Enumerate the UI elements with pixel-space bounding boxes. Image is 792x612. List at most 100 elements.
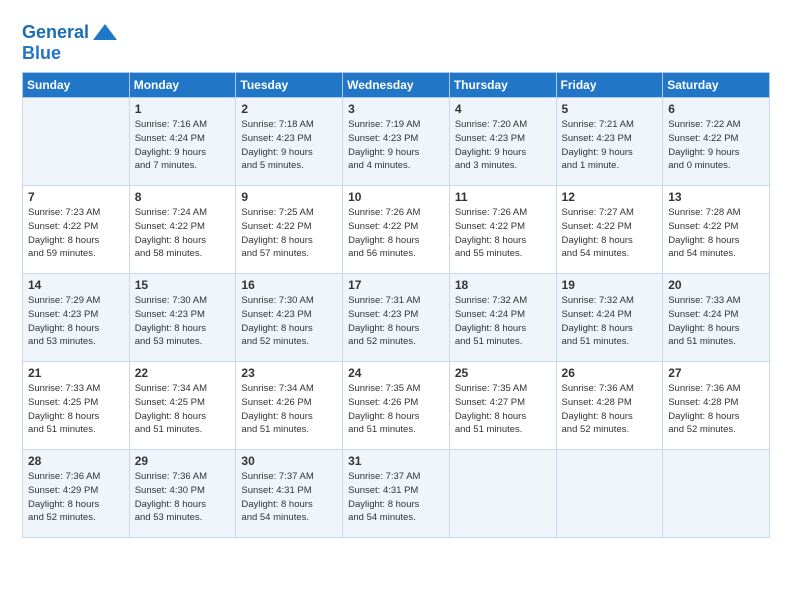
day-info: Sunrise: 7:16 AM Sunset: 4:24 PM Dayligh… xyxy=(135,118,231,173)
header-day-tuesday: Tuesday xyxy=(236,73,343,98)
day-info: Sunrise: 7:31 AM Sunset: 4:23 PM Dayligh… xyxy=(348,294,444,349)
calendar-cell: 12 Sunrise: 7:27 AM Sunset: 4:22 PM Dayli… xyxy=(556,186,663,274)
calendar-cell: 5 Sunrise: 7:21 AM Sunset: 4:23 PM Daylig… xyxy=(556,98,663,186)
day-info: Sunrise: 7:19 AM Sunset: 4:23 PM Dayligh… xyxy=(348,118,444,173)
day-number: 14 xyxy=(28,278,124,292)
day-number: 26 xyxy=(562,366,658,380)
day-info: Sunrise: 7:35 AM Sunset: 4:27 PM Dayligh… xyxy=(455,382,551,437)
day-number: 8 xyxy=(135,190,231,204)
calendar-body: 1 Sunrise: 7:16 AM Sunset: 4:24 PM Daylig… xyxy=(23,98,770,538)
calendar-cell: 29Sunrise: 7:36 AM Sunset: 4:30 PM Dayli… xyxy=(129,450,236,538)
week-row-3: 14 Sunrise: 7:29 AM Sunset: 4:23 PM Dayli… xyxy=(23,274,770,362)
calendar-cell: 19 Sunrise: 7:32 AM Sunset: 4:24 PM Dayli… xyxy=(556,274,663,362)
header-day-monday: Monday xyxy=(129,73,236,98)
day-number: 25 xyxy=(455,366,551,380)
day-info: Sunrise: 7:36 AM Sunset: 4:28 PM Dayligh… xyxy=(562,382,658,437)
calendar-cell: 26 Sunrise: 7:36 AM Sunset: 4:28 PM Dayli… xyxy=(556,362,663,450)
week-row-5: 28 Sunrise: 7:36 AM Sunset: 4:29 PM Dayli… xyxy=(23,450,770,538)
day-number: 2 xyxy=(241,102,337,116)
day-info: Sunrise: 7:36 AM Sunset: 4:28 PM Dayligh… xyxy=(668,382,764,437)
calendar-cell: 18 Sunrise: 7:32 AM Sunset: 4:24 PM Dayli… xyxy=(449,274,556,362)
day-number: 29 xyxy=(135,454,231,468)
calendar-cell: 23Sunrise: 7:34 AM Sunset: 4:26 PM Dayli… xyxy=(236,362,343,450)
day-info: Sunrise: 7:32 AM Sunset: 4:24 PM Dayligh… xyxy=(562,294,658,349)
calendar-cell: 6Sunrise: 7:22 AM Sunset: 4:22 PM Daylig… xyxy=(663,98,770,186)
calendar-cell: 17 Sunrise: 7:31 AM Sunset: 4:23 PM Dayli… xyxy=(343,274,450,362)
day-info: Sunrise: 7:37 AM Sunset: 4:31 PM Dayligh… xyxy=(241,470,337,525)
day-number: 4 xyxy=(455,102,551,116)
calendar-cell xyxy=(449,450,556,538)
calendar-cell: 3 Sunrise: 7:19 AM Sunset: 4:23 PM Daylig… xyxy=(343,98,450,186)
day-number: 19 xyxy=(562,278,658,292)
header-day-saturday: Saturday xyxy=(663,73,770,98)
day-info: Sunrise: 7:30 AM Sunset: 4:23 PM Dayligh… xyxy=(241,294,337,349)
day-info: Sunrise: 7:36 AM Sunset: 4:29 PM Dayligh… xyxy=(28,470,124,525)
calendar-cell xyxy=(556,450,663,538)
logo-blue: Blue xyxy=(22,43,61,63)
calendar-cell xyxy=(23,98,130,186)
day-number: 24 xyxy=(348,366,444,380)
day-number: 22 xyxy=(135,366,231,380)
day-info: Sunrise: 7:20 AM Sunset: 4:23 PM Dayligh… xyxy=(455,118,551,173)
day-info: Sunrise: 7:25 AM Sunset: 4:22 PM Dayligh… xyxy=(241,206,337,261)
calendar-cell: 11 Sunrise: 7:26 AM Sunset: 4:22 PM Dayli… xyxy=(449,186,556,274)
day-number: 1 xyxy=(135,102,231,116)
day-number: 16 xyxy=(241,278,337,292)
day-number: 28 xyxy=(28,454,124,468)
day-number: 15 xyxy=(135,278,231,292)
day-number: 9 xyxy=(241,190,337,204)
day-info: Sunrise: 7:29 AM Sunset: 4:23 PM Dayligh… xyxy=(28,294,124,349)
calendar-cell: 25 Sunrise: 7:35 AM Sunset: 4:27 PM Dayli… xyxy=(449,362,556,450)
calendar-cell: 9 Sunrise: 7:25 AM Sunset: 4:22 PM Daylig… xyxy=(236,186,343,274)
calendar-cell: 21 Sunrise: 7:33 AM Sunset: 4:25 PM Dayli… xyxy=(23,362,130,450)
day-number: 18 xyxy=(455,278,551,292)
day-number: 5 xyxy=(562,102,658,116)
calendar-cell: 27 Sunrise: 7:36 AM Sunset: 4:28 PM Dayli… xyxy=(663,362,770,450)
day-info: Sunrise: 7:37 AM Sunset: 4:31 PM Dayligh… xyxy=(348,470,444,525)
calendar-header: SundayMondayTuesdayWednesdayThursdayFrid… xyxy=(23,73,770,98)
calendar-cell: 15 Sunrise: 7:30 AM Sunset: 4:23 PM Dayli… xyxy=(129,274,236,362)
day-info: Sunrise: 7:18 AM Sunset: 4:23 PM Dayligh… xyxy=(241,118,337,173)
calendar-cell: 16 Sunrise: 7:30 AM Sunset: 4:23 PM Dayli… xyxy=(236,274,343,362)
calendar-cell: 24Sunrise: 7:35 AM Sunset: 4:26 PM Dayli… xyxy=(343,362,450,450)
day-number: 11 xyxy=(455,190,551,204)
calendar-cell: 30 Sunrise: 7:37 AM Sunset: 4:31 PM Dayli… xyxy=(236,450,343,538)
day-info: Sunrise: 7:33 AM Sunset: 4:25 PM Dayligh… xyxy=(28,382,124,437)
day-info: Sunrise: 7:32 AM Sunset: 4:24 PM Dayligh… xyxy=(455,294,551,349)
day-info: Sunrise: 7:22 AM Sunset: 4:22 PM Dayligh… xyxy=(668,118,764,173)
header-day-friday: Friday xyxy=(556,73,663,98)
calendar-cell: 13Sunrise: 7:28 AM Sunset: 4:22 PM Dayli… xyxy=(663,186,770,274)
day-info: Sunrise: 7:26 AM Sunset: 4:22 PM Dayligh… xyxy=(455,206,551,261)
day-number: 12 xyxy=(562,190,658,204)
day-info: Sunrise: 7:27 AM Sunset: 4:22 PM Dayligh… xyxy=(562,206,658,261)
day-number: 30 xyxy=(241,454,337,468)
calendar-cell: 10 Sunrise: 7:26 AM Sunset: 4:22 PM Dayli… xyxy=(343,186,450,274)
day-info: Sunrise: 7:33 AM Sunset: 4:24 PM Dayligh… xyxy=(668,294,764,349)
day-info: Sunrise: 7:34 AM Sunset: 4:25 PM Dayligh… xyxy=(135,382,231,437)
calendar-cell: 28 Sunrise: 7:36 AM Sunset: 4:29 PM Dayli… xyxy=(23,450,130,538)
calendar-cell: 20Sunrise: 7:33 AM Sunset: 4:24 PM Dayli… xyxy=(663,274,770,362)
day-info: Sunrise: 7:24 AM Sunset: 4:22 PM Dayligh… xyxy=(135,206,231,261)
calendar-cell: 31Sunrise: 7:37 AM Sunset: 4:31 PM Dayli… xyxy=(343,450,450,538)
calendar-cell: 2 Sunrise: 7:18 AM Sunset: 4:23 PM Daylig… xyxy=(236,98,343,186)
day-info: Sunrise: 7:30 AM Sunset: 4:23 PM Dayligh… xyxy=(135,294,231,349)
calendar-cell: 4 Sunrise: 7:20 AM Sunset: 4:23 PM Daylig… xyxy=(449,98,556,186)
day-number: 17 xyxy=(348,278,444,292)
day-info: Sunrise: 7:26 AM Sunset: 4:22 PM Dayligh… xyxy=(348,206,444,261)
header-day-wednesday: Wednesday xyxy=(343,73,450,98)
day-info: Sunrise: 7:21 AM Sunset: 4:23 PM Dayligh… xyxy=(562,118,658,173)
header-day-thursday: Thursday xyxy=(449,73,556,98)
day-number: 21 xyxy=(28,366,124,380)
calendar-cell: 14 Sunrise: 7:29 AM Sunset: 4:23 PM Dayli… xyxy=(23,274,130,362)
day-number: 3 xyxy=(348,102,444,116)
day-number: 27 xyxy=(668,366,764,380)
calendar-cell: 8 Sunrise: 7:24 AM Sunset: 4:22 PM Daylig… xyxy=(129,186,236,274)
header-day-sunday: Sunday xyxy=(23,73,130,98)
logo-icon xyxy=(91,22,119,44)
calendar-cell xyxy=(663,450,770,538)
day-number: 7 xyxy=(28,190,124,204)
calendar-cell: 22 Sunrise: 7:34 AM Sunset: 4:25 PM Dayli… xyxy=(129,362,236,450)
calendar-cell: 1 Sunrise: 7:16 AM Sunset: 4:24 PM Daylig… xyxy=(129,98,236,186)
day-number: 10 xyxy=(348,190,444,204)
logo-general: General xyxy=(22,22,89,42)
